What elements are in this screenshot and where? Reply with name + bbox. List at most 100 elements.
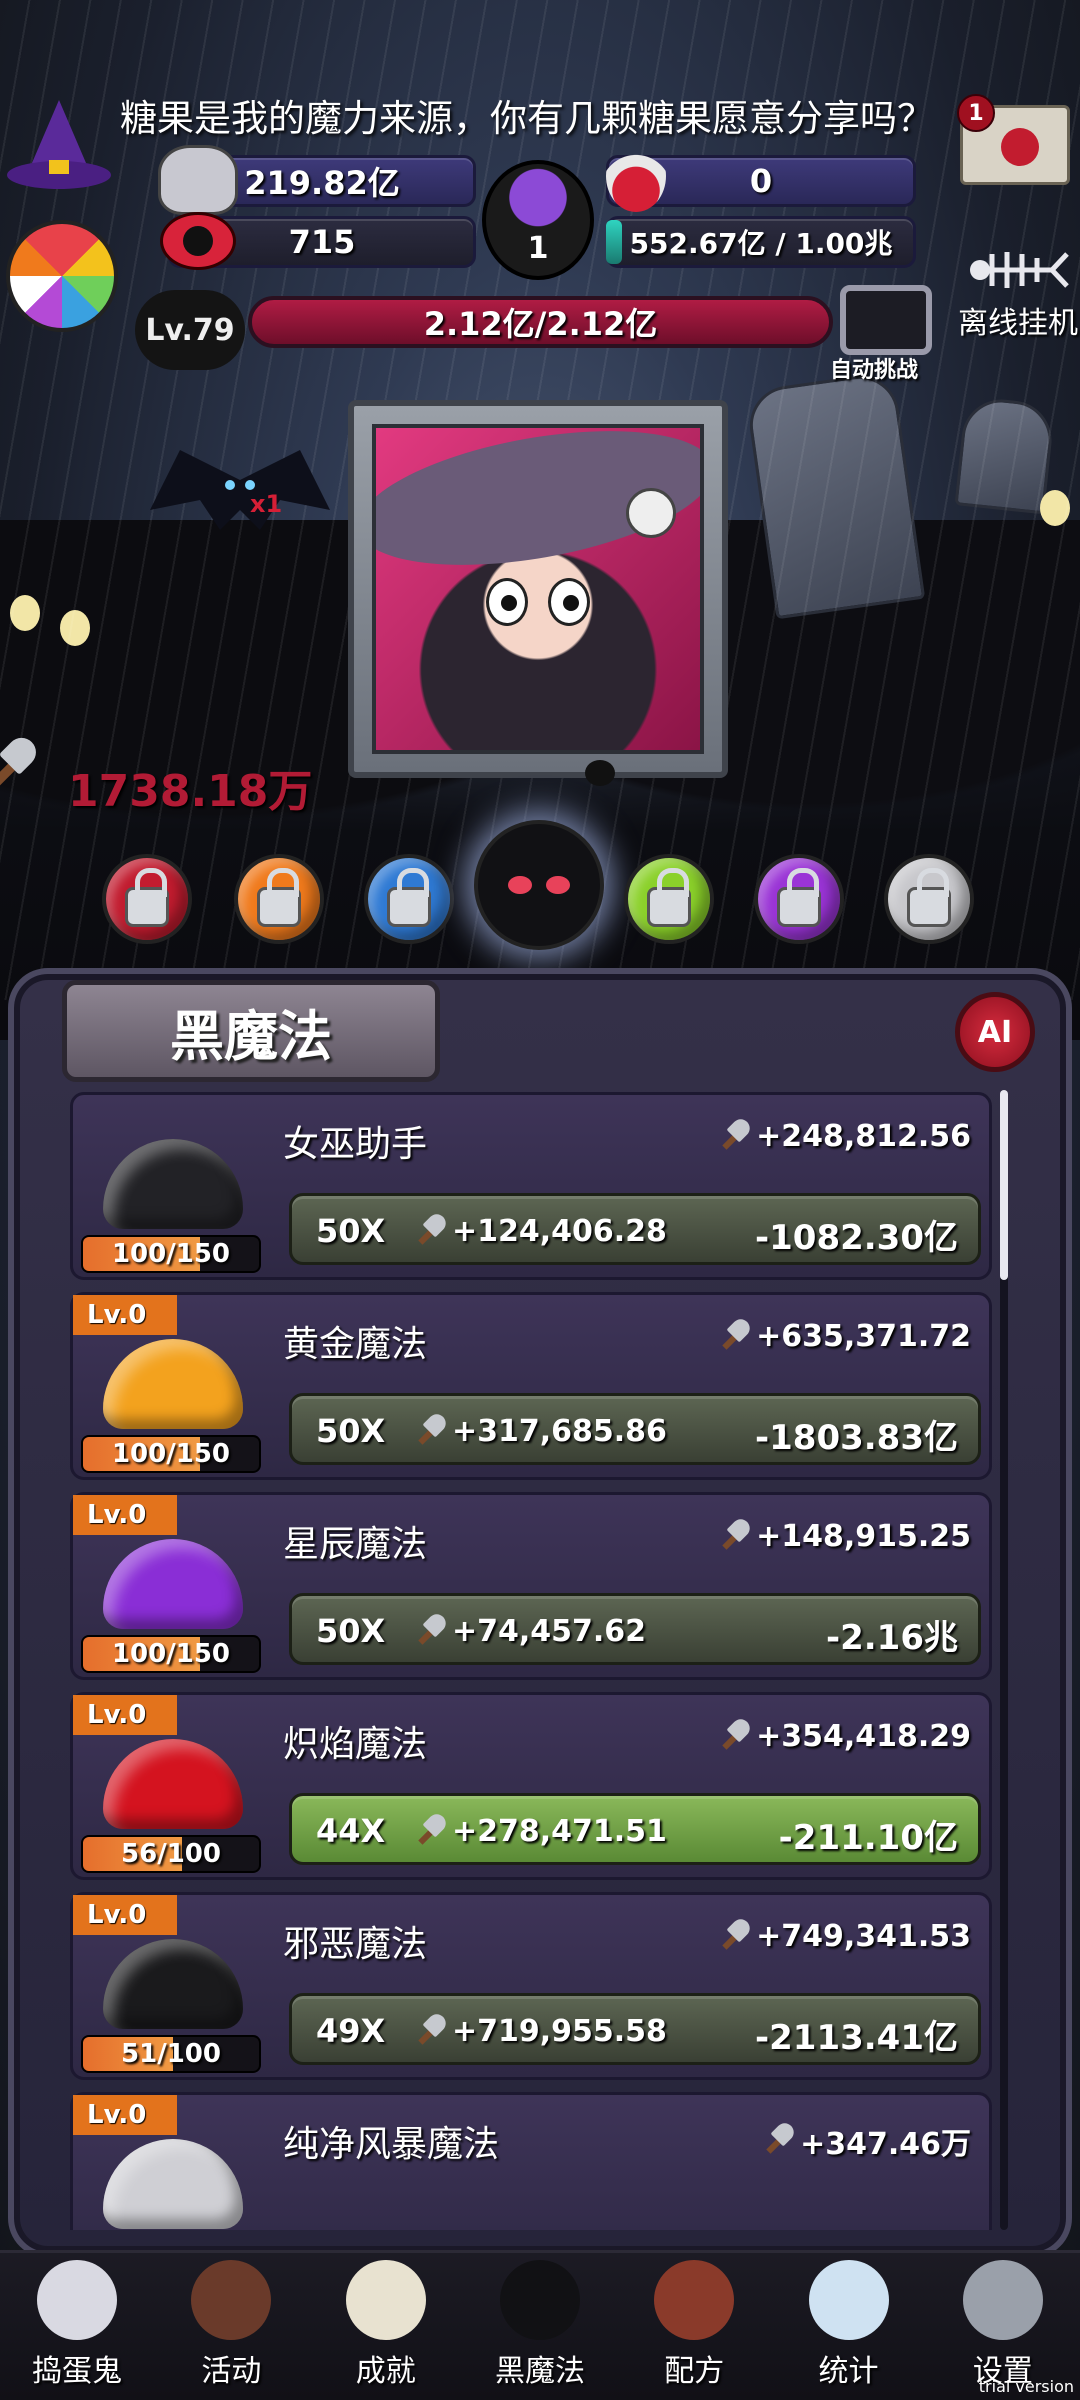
scrollbar-thumb[interactable] [1000, 1090, 1008, 1280]
ai-button[interactable]: AI [955, 992, 1035, 1072]
lock-icon [387, 868, 431, 927]
axe-icon [716, 1120, 750, 1154]
magic-item-name: 女巫助手 [283, 1124, 428, 1165]
spellbook-icon [654, 2260, 735, 2340]
nav-item[interactable]: 配方 [617, 2253, 771, 2400]
element-orb-purple-locked[interactable] [754, 854, 844, 944]
magic-item-rate: +248,812.56 [716, 1119, 971, 1154]
nav-label: 统计 [818, 2354, 879, 2389]
magic-item-row[interactable]: Lv.0 56/100 炽焰魔法 +354,418.29 44X +278,471… [70, 1692, 992, 1880]
demon-eyes-icon [508, 876, 570, 894]
level-tag: Lv.0 [73, 2095, 177, 2135]
upgrade-progress-text: 56/100 [121, 1839, 221, 1869]
damage-display: 1738.18万 [0, 755, 312, 819]
magic-item-icon [93, 1109, 243, 1229]
magic-item-row[interactable]: Lv.0 100/150 黄金魔法 +635,371.72 50X +317,68… [70, 1292, 992, 1480]
magic-item-name: 纯净风暴魔法 [283, 2124, 500, 2165]
axe-icon [412, 1415, 446, 1449]
axe-icon [412, 2015, 446, 2049]
level-tag: Lv.0 [73, 1495, 177, 1535]
lock-icon [257, 868, 301, 927]
element-orb-green-locked[interactable] [624, 854, 714, 944]
nav-label: 黑魔法 [494, 2354, 585, 2389]
upgrade-button[interactable]: 50X +74,457.62 -2.16兆 [289, 1593, 981, 1665]
glowing-eye [1040, 490, 1070, 526]
cake-icon [191, 2260, 272, 2340]
witch-hat-icon[interactable] [4, 100, 114, 200]
axe-icon [412, 1815, 446, 1849]
witch-character [372, 424, 704, 754]
boss-hp-text: 2.12亿/2.12亿 [423, 305, 658, 343]
mail-count-badge: 1 [957, 94, 995, 132]
mail-button[interactable]: 1 [957, 94, 1070, 185]
element-orb-red-locked[interactable] [102, 854, 192, 944]
panel-title: 黑魔法 [62, 980, 440, 1082]
tombstone [954, 395, 1056, 515]
cauldron-icon[interactable]: 1 [482, 160, 594, 280]
tombstone [744, 370, 926, 620]
glowing-eye [10, 595, 40, 631]
cauldron-count: 1 [527, 231, 549, 266]
lock-icon [647, 868, 691, 927]
magic-item-row[interactable]: Lv.0 100/150 星辰魔法 +148,915.25 50X +74,457… [70, 1492, 992, 1680]
gear-icon [962, 2260, 1043, 2340]
axe-icon [716, 1320, 750, 1354]
bat-icon[interactable]: x1 [140, 430, 340, 550]
nav-item[interactable]: 捣蛋鬼 [0, 2253, 154, 2400]
upgrade-progress-bar: 51/100 [81, 2035, 261, 2073]
element-orb-blue-locked[interactable] [364, 854, 454, 944]
nav-item[interactable]: 黑魔法 [463, 2253, 617, 2400]
upgrade-button[interactable]: 50X +124,406.28 -1082.30亿 [289, 1193, 981, 1265]
skull-potion-icon [606, 140, 666, 212]
fish-skeleton-icon[interactable] [962, 240, 1072, 300]
element-orb-orange-locked[interactable] [234, 854, 324, 944]
small-demon-icon [585, 760, 615, 786]
bat-multiplier: x1 [250, 490, 283, 518]
magic-item-row[interactable]: 100/150 女巫助手 +248,812.56 50X +124,406.28 … [70, 1092, 992, 1280]
upgrade-button[interactable]: 49X +719,955.58 -2113.41亿 [289, 1993, 981, 2065]
boss-portrait[interactable] [348, 400, 728, 778]
upgrade-button[interactable]: 50X +317,685.86 -1803.83亿 [289, 1393, 981, 1465]
witch-eye [486, 578, 528, 626]
nav-item[interactable]: 活动 [154, 2253, 308, 2400]
trophy-skull-icon [345, 2260, 426, 2340]
glowing-eye [60, 610, 90, 646]
potion-amount: 552.67亿 / 1.00兆 [606, 216, 916, 268]
auto-challenge-toggle[interactable] [840, 285, 932, 355]
auto-challenge-label[interactable]: 自动挑战 [830, 352, 918, 384]
upgrade-progress-text: 100/150 [111, 1639, 231, 1669]
upgrade-gain: +74,457.62 [412, 1614, 646, 1649]
upgrade-gain: +124,406.28 [412, 1214, 667, 1249]
nav-item[interactable]: 统计 [771, 2253, 925, 2400]
level-tag: Lv.0 [73, 1295, 177, 1335]
mail-seal-icon [1001, 128, 1039, 166]
magic-item-rate: +354,418.29 [716, 1719, 971, 1754]
candy-lollipop-icon[interactable] [6, 220, 118, 332]
quest-text: 糖果是我的魔力来源，你有几颗糖果愿意分享吗？ [120, 97, 934, 140]
magic-item-name: 炽焰魔法 [283, 1724, 428, 1765]
upgrade-progress-bar: 100/150 [81, 1435, 261, 1473]
element-orb-black-selected[interactable] [474, 820, 604, 950]
bottom-nav: 捣蛋鬼 活动 成就 黑魔法 配方 统计 设置 [0, 2250, 1080, 2400]
nav-label: 捣蛋鬼 [32, 2354, 123, 2389]
potion-gauge [606, 220, 622, 264]
ghost-icon [37, 2260, 118, 2340]
magic-item-name: 黄金魔法 [283, 1324, 428, 1365]
magic-item-row[interactable]: Lv.0 51/100 邪恶魔法 +749,341.53 49X +719,955… [70, 1892, 992, 2080]
upgrade-cost: -2.16兆 [826, 1618, 958, 1658]
element-orb-white-locked[interactable] [884, 854, 974, 944]
magic-item-name: 星辰魔法 [283, 1524, 428, 1565]
upgrade-multiplier: 50X [316, 1412, 386, 1450]
magic-item-row[interactable]: Lv.0 纯净风暴魔法 +347.46万 [70, 2092, 992, 2230]
nav-label: 活动 [201, 2354, 262, 2389]
lock-icon [777, 868, 821, 927]
offline-label[interactable]: 离线挂机 [958, 298, 1078, 342]
nav-item[interactable]: 成就 [309, 2253, 463, 2400]
crystal-ball-icon [808, 2260, 889, 2340]
upgrade-cost: -2113.41亿 [755, 2018, 958, 2058]
skull-ornament-icon [626, 488, 676, 538]
upgrade-progress-bar: 56/100 [81, 1835, 261, 1873]
lock-icon [125, 868, 169, 927]
magic-item-rate: +635,371.72 [716, 1319, 971, 1354]
upgrade-button[interactable]: 44X +278,471.51 -211.10亿 [289, 1793, 981, 1865]
